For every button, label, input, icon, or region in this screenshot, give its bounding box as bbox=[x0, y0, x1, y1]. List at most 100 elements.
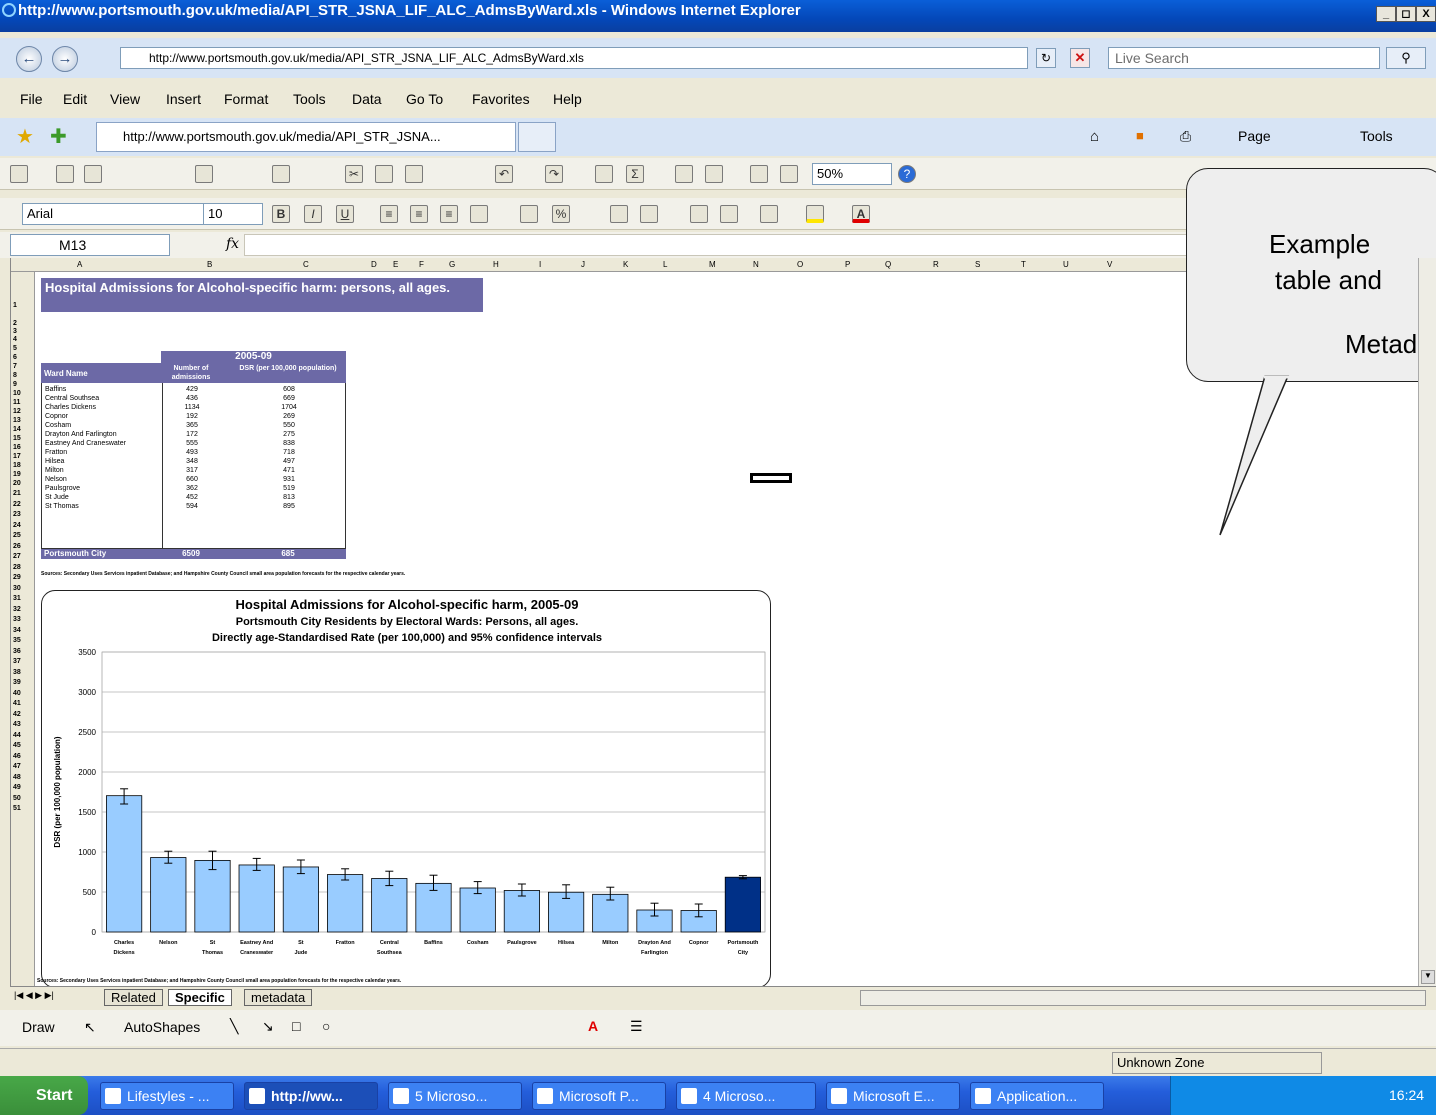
row-header[interactable]: 35 bbox=[13, 637, 21, 644]
address-bar[interactable]: http://www.portsmouth.gov.uk/media/API_S… bbox=[120, 47, 1028, 69]
row-header[interactable]: 28 bbox=[13, 564, 21, 571]
function-icon[interactable]: fx bbox=[226, 236, 239, 252]
font-color-icon[interactable]: A bbox=[852, 205, 870, 223]
row-header[interactable]: 15 bbox=[13, 435, 21, 442]
feeds-icon[interactable]: ■ bbox=[1136, 128, 1144, 143]
scroll-down-icon[interactable]: ▼ bbox=[1421, 970, 1435, 984]
row-header[interactable]: 25 bbox=[13, 532, 21, 539]
row-header[interactable]: 46 bbox=[13, 753, 21, 760]
chart-wizard-icon[interactable] bbox=[750, 165, 768, 183]
new-tab-button[interactable] bbox=[518, 122, 556, 152]
row-header[interactable]: 22 bbox=[13, 501, 21, 508]
print-icon[interactable]: ⎙ bbox=[1180, 128, 1191, 145]
row-header[interactable]: 23 bbox=[13, 511, 21, 518]
increase-decimal-icon[interactable] bbox=[610, 205, 628, 223]
align-left-icon[interactable]: ≡ bbox=[380, 205, 398, 223]
task-excel[interactable]: Microsoft E... bbox=[826, 1082, 960, 1110]
search-input[interactable]: Live Search bbox=[1108, 47, 1380, 69]
start-button[interactable]: Start bbox=[0, 1076, 88, 1115]
name-box[interactable]: M13 bbox=[10, 234, 170, 256]
merge-center-icon[interactable] bbox=[470, 205, 488, 223]
task-outlook[interactable]: 4 Microso... bbox=[676, 1082, 816, 1110]
currency-icon[interactable] bbox=[520, 205, 538, 223]
row-header[interactable]: 12 bbox=[13, 408, 21, 415]
save-icon[interactable] bbox=[84, 165, 102, 183]
borders-icon[interactable] bbox=[760, 205, 778, 223]
row-header[interactable]: 41 bbox=[13, 700, 21, 707]
column-header-k[interactable]: K bbox=[623, 260, 628, 269]
autoshapes-menu[interactable]: AutoShapes bbox=[124, 1019, 200, 1035]
select-objects-icon[interactable]: ↖ bbox=[84, 1019, 96, 1036]
row-header[interactable]: 1 bbox=[13, 302, 17, 309]
column-header-f[interactable]: F bbox=[419, 260, 424, 269]
menu-goto[interactable]: Go To bbox=[406, 91, 443, 107]
maximize-button[interactable]: ◻ bbox=[1396, 6, 1416, 22]
row-header[interactable]: 42 bbox=[13, 711, 21, 718]
row-header[interactable]: 49 bbox=[13, 784, 21, 791]
menu-favorites[interactable]: Favorites bbox=[472, 91, 530, 107]
row-header[interactable]: 7 bbox=[13, 363, 17, 370]
row-header[interactable]: 27 bbox=[13, 553, 21, 560]
refresh-button[interactable]: ↻ bbox=[1036, 48, 1056, 68]
row-header[interactable]: 32 bbox=[13, 606, 21, 613]
open-icon[interactable] bbox=[56, 165, 74, 183]
row-header[interactable]: 47 bbox=[13, 763, 21, 770]
favorites-star-icon[interactable]: ★ bbox=[16, 124, 34, 149]
fill-color-icon[interactable] bbox=[806, 205, 824, 223]
new-icon[interactable] bbox=[10, 165, 28, 183]
tab-metadata[interactable]: metadata bbox=[244, 989, 313, 1006]
column-header-n[interactable]: N bbox=[753, 260, 759, 269]
tools-menu[interactable]: Tools bbox=[1360, 128, 1393, 144]
decrease-decimal-icon[interactable] bbox=[640, 205, 658, 223]
column-header-s[interactable]: S bbox=[975, 260, 980, 269]
column-header-t[interactable]: T bbox=[1021, 260, 1026, 269]
row-header[interactable]: 39 bbox=[13, 679, 21, 686]
column-header-u[interactable]: U bbox=[1063, 260, 1069, 269]
row-header[interactable]: 11 bbox=[13, 399, 20, 406]
row-header[interactable]: 51 bbox=[13, 805, 21, 812]
vertical-scrollbar[interactable]: ▼ bbox=[1418, 258, 1436, 986]
sort-ascending-icon[interactable] bbox=[675, 165, 693, 183]
row-header[interactable]: 48 bbox=[13, 774, 21, 781]
column-header-h[interactable]: H bbox=[493, 260, 499, 269]
help-icon[interactable]: ? bbox=[898, 165, 916, 183]
draw-menu[interactable]: Draw bbox=[22, 1019, 55, 1035]
column-header-v[interactable]: V bbox=[1107, 260, 1112, 269]
row-header[interactable]: 19 bbox=[13, 471, 21, 478]
align-right-icon[interactable]: ≡ bbox=[440, 205, 458, 223]
column-header-i[interactable]: I bbox=[539, 260, 541, 269]
column-header-a[interactable]: A bbox=[77, 260, 82, 269]
column-header-m[interactable]: M bbox=[709, 260, 716, 269]
menu-insert[interactable]: Insert bbox=[166, 91, 201, 107]
chart-area[interactable]: Hospital Admissions for Alcohol-specific… bbox=[41, 590, 771, 986]
search-icon[interactable]: ⚲ bbox=[1386, 47, 1426, 69]
row-header[interactable]: 20 bbox=[13, 480, 21, 487]
task-word[interactable]: 5 Microso... bbox=[388, 1082, 522, 1110]
draw-font-color-icon[interactable]: A bbox=[588, 1018, 598, 1034]
selected-cell[interactable] bbox=[750, 473, 792, 483]
column-header-g[interactable]: G bbox=[449, 260, 455, 269]
row-header[interactable]: 50 bbox=[13, 795, 21, 802]
menu-view[interactable]: View bbox=[110, 91, 140, 107]
close-button[interactable]: X bbox=[1416, 6, 1436, 22]
row-header[interactable]: 4 bbox=[13, 336, 17, 343]
stop-button[interactable]: ✕ bbox=[1070, 48, 1090, 68]
browser-tab[interactable]: http://www.portsmouth.gov.uk/media/API_S… bbox=[96, 122, 516, 152]
horizontal-scrollbar[interactable] bbox=[860, 990, 1426, 1006]
column-header-d[interactable]: D bbox=[371, 260, 377, 269]
row-header[interactable]: 14 bbox=[13, 426, 21, 433]
task-application[interactable]: Application... bbox=[970, 1082, 1104, 1110]
row-header[interactable]: 44 bbox=[13, 732, 21, 739]
row-header[interactable]: 36 bbox=[13, 648, 21, 655]
row-header[interactable]: 16 bbox=[13, 444, 21, 451]
font-select[interactable]: Arial bbox=[22, 203, 207, 225]
row-header[interactable]: 6 bbox=[13, 354, 17, 361]
row-header[interactable]: 37 bbox=[13, 658, 21, 665]
column-header-e[interactable]: E bbox=[393, 260, 398, 269]
column-header-p[interactable]: P bbox=[845, 260, 850, 269]
row-header[interactable]: 30 bbox=[13, 585, 21, 592]
minimize-button[interactable]: _ bbox=[1376, 6, 1396, 22]
row-header[interactable]: 10 bbox=[13, 390, 21, 397]
row-header[interactable]: 34 bbox=[13, 627, 21, 634]
row-header[interactable]: 2 bbox=[13, 320, 17, 327]
